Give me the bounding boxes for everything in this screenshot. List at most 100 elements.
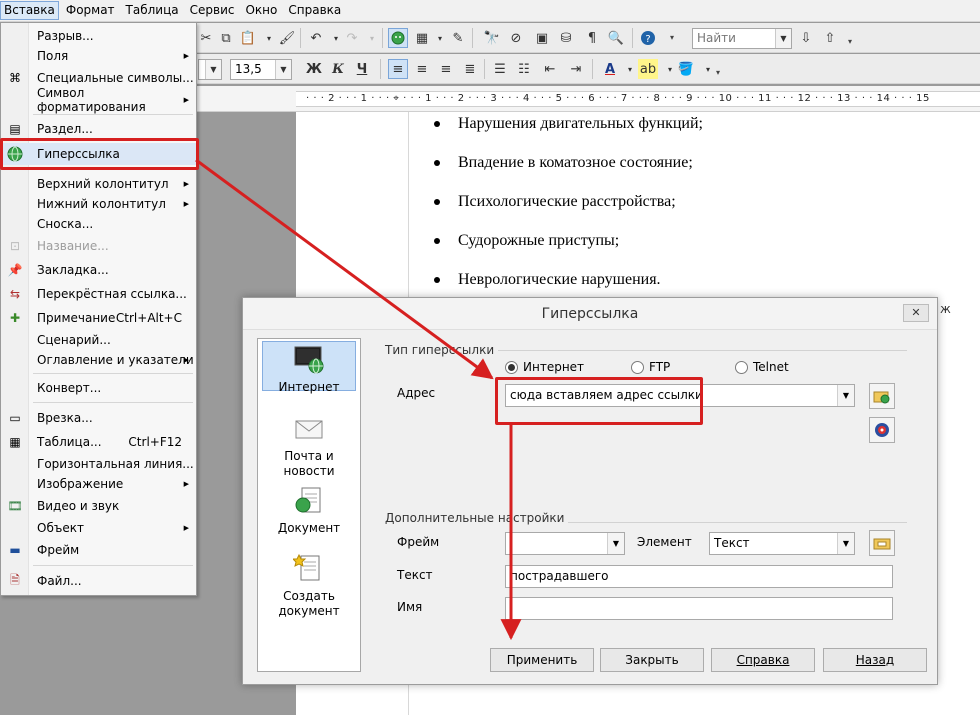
events-button[interactable] [869, 530, 895, 556]
chevron-down-icon[interactable]: ▼ [837, 385, 854, 406]
numbering-icon[interactable]: ☰ [490, 59, 510, 79]
target-in-document-button[interactable] [869, 417, 895, 443]
menu-item-indexes[interactable]: Оглавление и указатели ▶ [1, 349, 196, 371]
clone-formatting-icon[interactable]: 🖌 [277, 28, 297, 48]
find-next-icon[interactable]: ⇩ [796, 28, 816, 48]
menu-item-bookmark[interactable]: 📌 Закладка... [1, 259, 196, 281]
chevron-down-icon[interactable]: ▼ [775, 29, 791, 48]
menu-item-frame[interactable]: ▭ Врезка... [1, 407, 196, 429]
paste-dropdown-icon[interactable]: ▾ [259, 28, 279, 48]
help-icon[interactable]: ? [638, 28, 658, 48]
help-button[interactable]: Справка [711, 648, 815, 672]
text-input[interactable]: пострадавшего [505, 565, 893, 588]
apply-button[interactable]: Применить [490, 648, 594, 672]
menu-item-envelope[interactable]: Конверт... [1, 377, 196, 399]
increase-indent-icon[interactable]: ⇥ [566, 59, 586, 79]
font-name-combo[interactable]: ▼ [198, 59, 222, 80]
menu-item-file[interactable]: 🗎 Файл... [1, 570, 196, 592]
chevron-down-icon[interactable]: ▼ [607, 533, 624, 554]
draw-icon[interactable]: ✎ [448, 28, 468, 48]
menu-help[interactable]: Справка [284, 1, 345, 20]
table-toolbar-icon[interactable]: ▦ [412, 28, 432, 48]
copy-icon[interactable]: ⧉ [216, 28, 236, 48]
menu-tools[interactable]: Сервис [186, 1, 239, 20]
undo-icon[interactable]: ↶ [306, 28, 326, 48]
list-item[interactable]: Психологические расстройства; [434, 184, 703, 223]
highlight-icon[interactable]: ab [638, 59, 658, 79]
redo-icon[interactable]: ↷ [342, 28, 362, 48]
back-button[interactable]: Назад [823, 648, 927, 672]
font-color-dropdown-icon[interactable]: ▾ [620, 59, 640, 79]
menu-format[interactable]: Формат [62, 1, 119, 20]
menu-item-object[interactable]: Объект ▶ [1, 517, 196, 539]
menu-item-footer[interactable]: Нижний колонтитул ▶ [1, 193, 196, 215]
font-color-icon[interactable]: A [600, 59, 620, 79]
frame-select[interactable]: ▼ [505, 532, 625, 555]
menu-insert[interactable]: Вставка [0, 1, 59, 20]
toolbar-grip-icon[interactable]: ▾ [848, 37, 854, 49]
find-replace-icon[interactable]: 🔭 [482, 28, 502, 48]
menu-item-fields[interactable]: Поля ▶ [1, 45, 196, 67]
menu-item-header[interactable]: Верхний колонтитул ▶ [1, 173, 196, 195]
table-dropdown-icon[interactable]: ▾ [430, 28, 450, 48]
menu-item-table[interactable]: ▦ Таблица... Ctrl+F12 [1, 431, 196, 453]
align-center-icon[interactable]: ≡ [412, 59, 432, 79]
database-icon[interactable]: ⛁ [556, 28, 576, 48]
paste-icon[interactable]: 📋 [238, 28, 258, 48]
menu-item-media[interactable]: 🎞 Видео и звук [1, 495, 196, 517]
decrease-indent-icon[interactable]: ⇤ [540, 59, 560, 79]
menu-item-image[interactable]: Изображение ▶ [1, 473, 196, 495]
menu-window[interactable]: Окно [241, 1, 281, 20]
radio-ftp[interactable]: FTP [631, 360, 670, 374]
formatting-marks-icon[interactable]: ¶ [582, 28, 602, 48]
menu-item-section[interactable]: ▤ Раздел... [1, 118, 196, 140]
sidebar-item-mail[interactable]: Почта и новости [262, 413, 356, 479]
zoom-icon[interactable]: 🔍 [606, 28, 626, 48]
open-web-browser-button[interactable] [869, 383, 895, 409]
background-dropdown-icon[interactable]: ▾ [698, 59, 718, 79]
bold-button[interactable]: Ж [304, 59, 324, 79]
radio-telnet[interactable]: Telnet [735, 360, 789, 374]
close-dialog-button[interactable]: Закрыть [600, 648, 704, 672]
align-left-icon[interactable]: ≡ [388, 59, 408, 79]
list-item[interactable]: Судорожные приступы; [434, 223, 703, 262]
italic-button[interactable]: К [328, 59, 348, 79]
navigator-icon[interactable]: ▣ [532, 28, 552, 48]
find-input[interactable]: Найти ▼ [692, 28, 792, 49]
menu-item-floating-frame[interactable]: ▬ Фрейм [1, 539, 196, 561]
cut-icon[interactable]: ✂ [196, 28, 216, 48]
redo-dropdown-icon[interactable]: ▾ [362, 28, 382, 48]
close-button[interactable]: ✕ [903, 304, 929, 322]
sidebar-item-internet[interactable]: Интернет [262, 341, 356, 394]
menu-item-formatting-mark[interactable]: Символ форматирования ▶ [1, 86, 196, 114]
menu-item-break[interactable]: Разрыв... [1, 25, 196, 47]
find-previous-icon[interactable]: ⇧ [820, 28, 840, 48]
menu-item-comment[interactable]: ✚ Примечание Ctrl+Alt+C [1, 307, 196, 329]
justify-icon[interactable]: ≣ [460, 59, 480, 79]
toolbar-grip-icon[interactable]: ▾ [716, 68, 722, 80]
menu-item-cross-reference[interactable]: ⇆ Перекрёстная ссылка... [1, 283, 196, 305]
background-color-icon[interactable]: 🪣 [676, 59, 696, 79]
bullets-icon[interactable]: ☷ [514, 59, 534, 79]
radio-internet[interactable]: Интернет [505, 360, 584, 374]
chevron-down-icon[interactable]: ▼ [837, 533, 854, 554]
list-item[interactable]: Неврологические нарушения. [434, 262, 703, 301]
align-right-icon[interactable]: ≡ [436, 59, 456, 79]
underline-button[interactable]: Ч [352, 59, 372, 79]
font-size-combo[interactable]: 13,5 ▼ [230, 59, 292, 80]
menu-item-horizontal-line[interactable]: Горизонтальная линия... [1, 453, 196, 475]
menu-item-caption[interactable]: ⊡ Название... [1, 235, 196, 257]
menu-item-script[interactable]: Сценарий... [1, 329, 196, 351]
list-item[interactable]: Впадение в коматозное состояние; [434, 145, 703, 184]
menu-item-footnote[interactable]: Сноска... [1, 213, 196, 235]
sidebar-item-new-document[interactable]: Создать документ [262, 553, 356, 619]
hyperlink-toolbar-icon[interactable] [388, 28, 408, 48]
chevron-down-icon[interactable]: ▼ [275, 60, 291, 79]
chevron-down-icon[interactable]: ▼ [205, 60, 221, 79]
element-select[interactable]: Текст ▼ [709, 532, 855, 555]
spellcheck-icon[interactable]: ⊘ [506, 28, 526, 48]
sidebar-item-document[interactable]: Документ [262, 485, 356, 535]
toolbar-grip-icon[interactable]: ▾ [670, 33, 676, 45]
list-item[interactable]: Нарушения двигательных функций; [434, 106, 703, 145]
menu-table[interactable]: Таблица [122, 1, 183, 20]
